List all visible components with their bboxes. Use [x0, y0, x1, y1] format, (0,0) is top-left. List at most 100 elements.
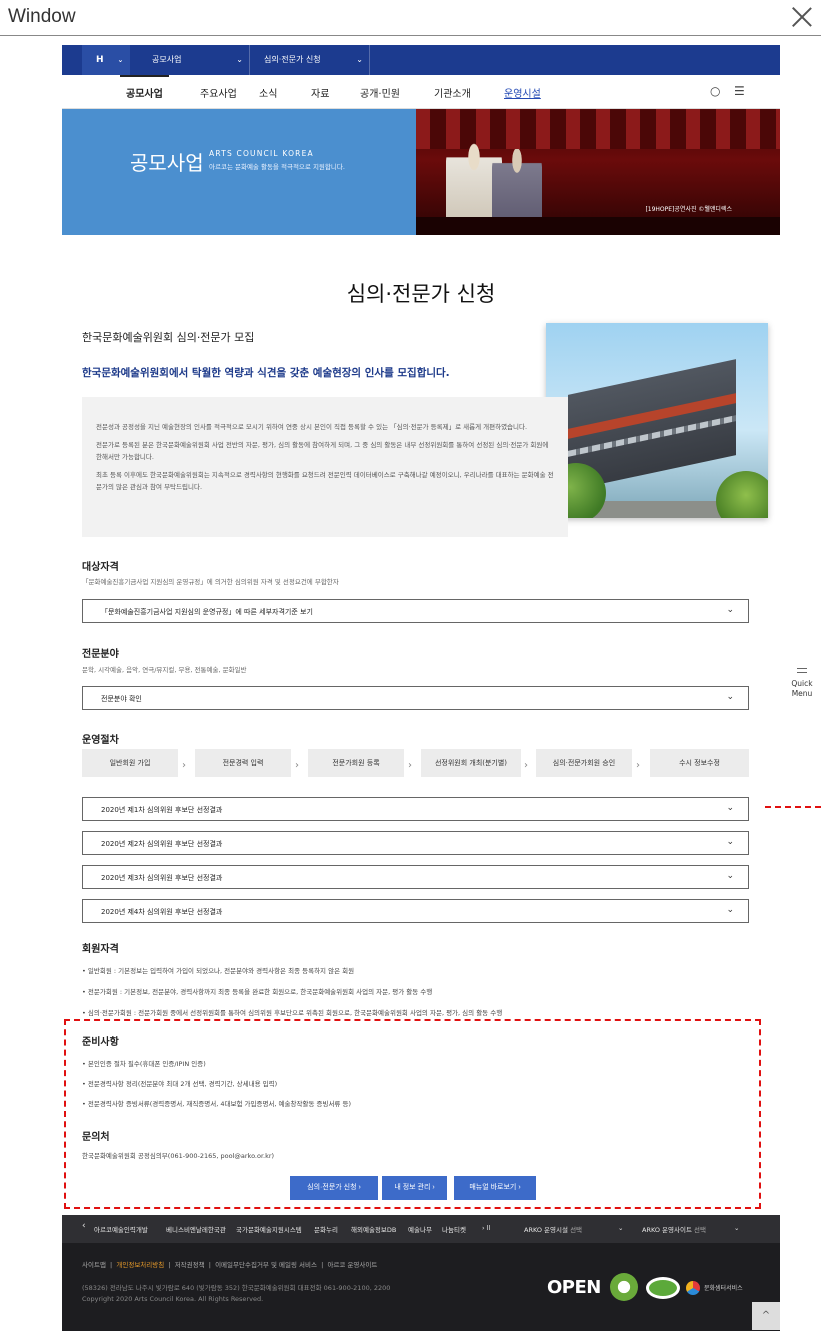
- accordion-label: 2020년 제2차 심의위원 후보단 선정결과: [101, 840, 223, 848]
- accordion-label: 2020년 제1차 심의위원 후보단 선정결과: [101, 806, 223, 814]
- related-link[interactable]: 해외예술정보DB: [351, 1224, 396, 1234]
- open-logo: OPEN: [547, 1277, 601, 1298]
- copyright-text: Copyright 2020 Arts Council Korea. All R…: [82, 1295, 264, 1303]
- fields-accordion[interactable]: 전문분야 확인 ⌄: [82, 686, 749, 710]
- related-link[interactable]: 아르코예술인력개발: [94, 1224, 148, 1234]
- chevron-down-icon: ⌄: [236, 55, 243, 64]
- qualification-text: 「문화예술진흥기금사업 지원심의 운영규정」에 의거한 심의위원 자격 및 선정…: [82, 578, 339, 586]
- footer-links: 사이트맵 | 개인정보처리방침 | 저작권정책 | 이메일무단수집거부 및 메일…: [82, 1261, 378, 1269]
- top-utility-bar: H ⌄ 공모사업 ⌄ 심의·전문가 신청 ⌄: [62, 45, 780, 75]
- menu-icon: [797, 668, 807, 673]
- procedure-step: 수시 정보수정: [650, 749, 749, 777]
- procedure-step: 전문경력 입력: [195, 749, 291, 777]
- banner-english-title: ARTS COUNCIL KOREA: [209, 149, 314, 158]
- intro-box: 전문성과 공정성을 지닌 예술현장의 인사를 적극적으로 모시기 위하여 연중 …: [82, 397, 568, 537]
- procedure-step: 선정위원회 개최(분기별): [421, 749, 521, 777]
- nav-item-public[interactable]: 공개·민원: [360, 85, 400, 100]
- nav-item-main-business[interactable]: 주요사업: [200, 85, 237, 100]
- footer-link[interactable]: 아르코 운영사이트: [327, 1261, 377, 1269]
- home-button[interactable]: H ⌄: [82, 45, 130, 75]
- membership-item: • 전문가회원 : 기본정보, 전문분야, 경력사항까지 최종 등록을 완료한 …: [82, 988, 433, 996]
- accordion-label: 2020년 제4차 심의위원 후보단 선정결과: [101, 908, 223, 916]
- topbar-menu-1[interactable]: 공모사업 ⌄: [142, 45, 250, 75]
- scroll-top-button[interactable]: ^: [752, 1302, 780, 1330]
- nav-item-contest[interactable]: 공모사업: [120, 75, 169, 100]
- fields-text: 문학, 시각예술, 음악, 연극/뮤지컬, 무용, 전통예술, 문화일반: [82, 666, 247, 674]
- banner-photo: [19HOPE]공연사진 ©웰앤디렉스: [416, 109, 780, 235]
- stage-floor: [416, 217, 780, 235]
- wa-logo-icon: [646, 1277, 680, 1299]
- close-icon[interactable]: [787, 2, 817, 32]
- quick-label: Quick: [791, 679, 813, 688]
- banner-title: 공모사업: [130, 151, 204, 175]
- footer-link[interactable]: 이메일무단수집거부 및 메일링 서비스: [215, 1261, 317, 1269]
- main-navigation: 공모사업 주요사업 소식 자료 공개·민원 기관소개 운영시설 ○ ☰: [62, 75, 780, 109]
- window-title: Window: [8, 6, 76, 27]
- highlight-connector: [765, 806, 821, 808]
- chevron-down-icon: ⌄: [726, 837, 734, 847]
- footer: 사이트맵 | 개인정보처리방침 | 저작권정책 | 이메일무단수집거부 및 메일…: [62, 1243, 780, 1331]
- membership-heading: 회원자격: [82, 944, 119, 955]
- intro-paragraph: 전문성과 공정성을 지닌 예술현장의 인사를 적극적으로 모시기 위하여 연중 …: [96, 423, 528, 431]
- chevron-down-icon: ⌄: [618, 1224, 624, 1232]
- related-link[interactable]: 나눔티켓: [442, 1224, 466, 1234]
- accordion-label: 「문화예술진흥기금사업 지원심의 운영규정」에 따른 세부자격기준 보기: [101, 608, 313, 616]
- footer-link-privacy[interactable]: 개인정보처리방침: [116, 1261, 164, 1269]
- nav-item-about[interactable]: 기관소개: [434, 85, 471, 100]
- procedure-step: 일반회원 가입: [82, 749, 178, 777]
- chevron-down-icon: ⌄: [117, 56, 124, 64]
- recruit-title: 한국문화예술위원회 심의·전문가 모집: [82, 331, 255, 344]
- result-accordion-2[interactable]: 2020년 제2차 심의위원 후보단 선정결과 ⌄: [82, 831, 749, 855]
- membership-item: • 심의·전문가회원 : 전문가회원 중에서 선정위원회를 통하여 심의위원 후…: [82, 1009, 503, 1017]
- site-select[interactable]: ARKO 운영사이트 선택: [642, 1224, 706, 1234]
- search-icon[interactable]: ○: [710, 84, 720, 98]
- window-titlebar: Window: [0, 0, 821, 36]
- related-link[interactable]: 국가문화예술지원시스템: [236, 1224, 302, 1234]
- actor-figure: [492, 149, 542, 225]
- chevron-right-icon: ›: [295, 760, 299, 771]
- procedure-heading: 운영절차: [82, 735, 119, 746]
- result-accordion-4[interactable]: 2020년 제4차 심의위원 후보단 선정결과 ⌄: [82, 899, 749, 923]
- membership-item: • 일반회원 : 기본정보는 입력하여 가입이 되었으나, 전문분야와 경력사항…: [82, 967, 355, 975]
- chevron-right-icon: ›: [636, 760, 640, 771]
- menu-icon[interactable]: ☰: [734, 84, 745, 98]
- chevron-right-icon: ›: [524, 760, 528, 771]
- culture-logo-icon: [686, 1281, 700, 1295]
- intro-paragraph: 최초 등록 이후에도 한국문화예술위원회는 지속적으로 경력사항의 현행화를 요…: [96, 471, 554, 491]
- accordion-label: 전문분야 확인: [101, 695, 142, 703]
- building-photo: [546, 323, 768, 518]
- chevron-down-icon: ⌄: [726, 905, 734, 915]
- related-link[interactable]: 베니스비엔날레한국관: [166, 1224, 226, 1234]
- chevron-down-icon: ⌄: [726, 803, 734, 813]
- address-text: (58326) 전라남도 나주시 빛가람로 640 (빛가람동 352) 한국문…: [82, 1284, 391, 1292]
- nav-item-facilities[interactable]: 운영시설: [504, 85, 541, 100]
- footer-link[interactable]: 저작권정책: [175, 1261, 205, 1269]
- related-link[interactable]: 예술나무: [408, 1224, 432, 1234]
- intro-paragraph: 전문가로 등록된 분은 한국문화예술위원회 사업 전반의 자문, 평가, 심의 …: [96, 441, 549, 461]
- footer-link[interactable]: 사이트맵: [82, 1261, 106, 1269]
- page-title: 심의·전문가 신청: [346, 282, 496, 306]
- chevron-down-icon: ⌄: [356, 55, 363, 64]
- chevron-down-icon: ⌄: [726, 871, 734, 881]
- nav-item-materials[interactable]: 자료: [311, 85, 329, 100]
- chevron-right-icon: ›: [408, 760, 412, 771]
- site-page: H ⌄ 공모사업 ⌄ 심의·전문가 신청 ⌄ 공모사업 주요사업 소식 자료 공개·민…: [62, 45, 780, 1331]
- fields-heading: 전문분야: [82, 649, 119, 660]
- quick-label: Menu: [791, 689, 813, 698]
- topbar-menu-2[interactable]: 심의·전문가 신청 ⌄: [250, 45, 370, 75]
- banner-subtitle: 아르코는 문화예술 활동을 적극적으로 지원합니다.: [209, 163, 345, 171]
- chevron-down-icon: ⌄: [726, 605, 734, 615]
- hero-banner: 공모사업 ARTS COUNCIL KOREA 아르코는 문화예술 활동을 적극…: [62, 109, 780, 235]
- related-link[interactable]: 문화누리: [314, 1224, 338, 1234]
- photo-caption: [19HOPE]공연사진 ©웰앤디렉스: [645, 206, 732, 213]
- slider-controls[interactable]: › ll: [482, 1224, 490, 1232]
- footer-related-sites: ‹ 아르코예술인력개발 베니스비엔날레한국관 국가문화예술지원시스템 문화누리 …: [62, 1215, 780, 1243]
- chevron-left-icon[interactable]: ‹: [82, 1221, 86, 1231]
- facility-select[interactable]: ARKO 운영시설 선택: [524, 1224, 582, 1234]
- certification-logo-icon: [610, 1273, 638, 1301]
- result-accordion-1[interactable]: 2020년 제1차 심의위원 후보단 선정결과 ⌄: [82, 797, 749, 821]
- qualification-accordion[interactable]: 「문화예술진흥기금사업 지원심의 운영규정」에 따른 세부자격기준 보기 ⌄: [82, 599, 749, 623]
- nav-item-news[interactable]: 소식: [259, 85, 277, 100]
- quick-menu[interactable]: Quick Menu: [786, 668, 818, 699]
- result-accordion-3[interactable]: 2020년 제3차 심의위원 후보단 선정결과 ⌄: [82, 865, 749, 889]
